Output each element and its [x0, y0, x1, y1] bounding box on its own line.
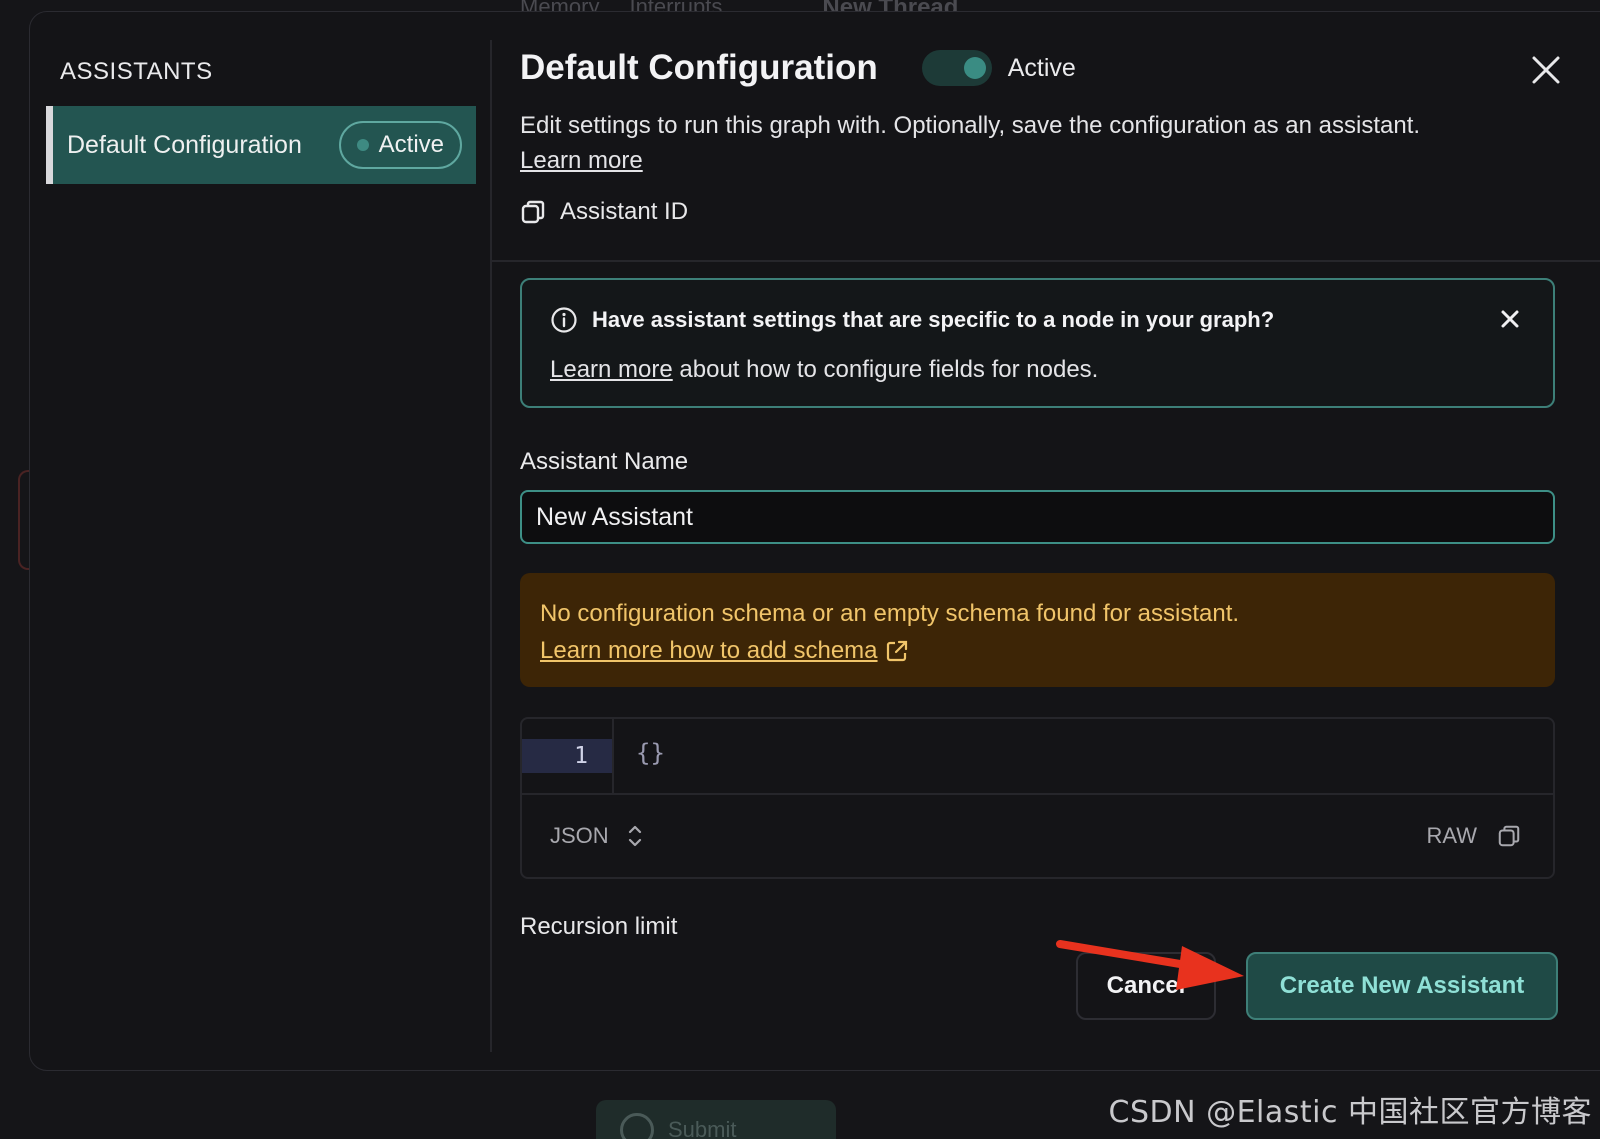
assistants-sidebar: ASSISTANTS Default Configuration Active [30, 12, 490, 1070]
annotation-arrow-icon [1056, 940, 1244, 990]
status-badge: Active [338, 121, 462, 169]
page-title: Default Configuration [520, 48, 878, 87]
close-icon [1501, 310, 1519, 328]
assistant-name-input[interactable] [520, 490, 1555, 544]
external-link-icon [886, 640, 907, 661]
chevron-up-down-icon [628, 825, 641, 847]
toggle-knob [963, 57, 986, 79]
status-badge-label: Active [378, 131, 444, 158]
close-icon [1532, 56, 1560, 84]
raw-copy-button[interactable]: RAW [1426, 823, 1521, 849]
watermark: CSDN @Elastic 中国社区官方博客 [1108, 1095, 1592, 1130]
assistant-id-label: Assistant ID [560, 198, 689, 225]
sidebar-item-default-configuration[interactable]: Default Configuration Active [46, 106, 476, 184]
editor-footer: JSON RAW [522, 795, 1553, 877]
line-gutter: 1 [522, 719, 614, 795]
info-icon [551, 307, 577, 333]
active-toggle-label: Active [1007, 53, 1076, 82]
format-label: JSON [550, 823, 609, 848]
description-text: Edit settings to run this graph with. Op… [520, 112, 1421, 139]
add-schema-link[interactable]: Learn more how to add schema [540, 632, 910, 669]
background-submit-button: Submit [596, 1100, 836, 1139]
copy-icon [1498, 825, 1520, 847]
config-panel: Default Configuration Active Edit settin… [492, 12, 1600, 1070]
assistant-config-modal: ASSISTANTS Default Configuration Active … [29, 11, 1600, 1071]
info-banner-title: Have assistant settings that are specifi… [592, 307, 1275, 332]
node-settings-info-banner: Have assistant settings that are specifi… [520, 278, 1555, 408]
sidebar-item-label: Default Configuration [67, 130, 302, 159]
line-number: 1 [522, 739, 612, 773]
copy-assistant-id-button[interactable]: Assistant ID [520, 198, 1600, 226]
raw-label: RAW [1426, 823, 1477, 848]
play-icon [620, 1113, 654, 1139]
info-banner-text: about how to configure fields for nodes. [672, 356, 1099, 383]
code-text: {} [636, 739, 665, 767]
learn-more-link[interactable]: Learn more [520, 147, 643, 174]
info-learn-more-link[interactable]: Learn more [550, 356, 673, 383]
schema-warning-text: No configuration schema or an empty sche… [540, 600, 1240, 627]
close-button[interactable] [1526, 50, 1566, 90]
code-area[interactable]: 1 {} [522, 719, 1553, 795]
sidebar-title: ASSISTANTS [60, 58, 213, 85]
create-new-assistant-button[interactable]: Create New Assistant [1246, 952, 1558, 1020]
assistant-name-label: Assistant Name [520, 448, 689, 475]
config-header: Default Configuration Active Edit settin… [492, 12, 1600, 262]
format-select[interactable]: JSON [550, 822, 643, 850]
json-config-editor: 1 {} JSON RAW [520, 717, 1555, 879]
dismiss-banner-button[interactable] [1499, 308, 1521, 330]
add-schema-link-label: Learn more how to add schema [540, 637, 878, 664]
page: Memory Interrupts New Thread Submit ASSI… [0, 0, 1600, 1139]
status-dot-icon [356, 139, 369, 151]
config-description: Edit settings to run this graph with. Op… [520, 108, 1570, 178]
background-submit-label: Submit [668, 1117, 737, 1139]
copy-icon [521, 200, 545, 224]
active-toggle[interactable] [921, 50, 992, 86]
schema-warning: No configuration schema or an empty sche… [520, 573, 1555, 687]
config-body: Have assistant settings that are specifi… [492, 262, 1600, 941]
